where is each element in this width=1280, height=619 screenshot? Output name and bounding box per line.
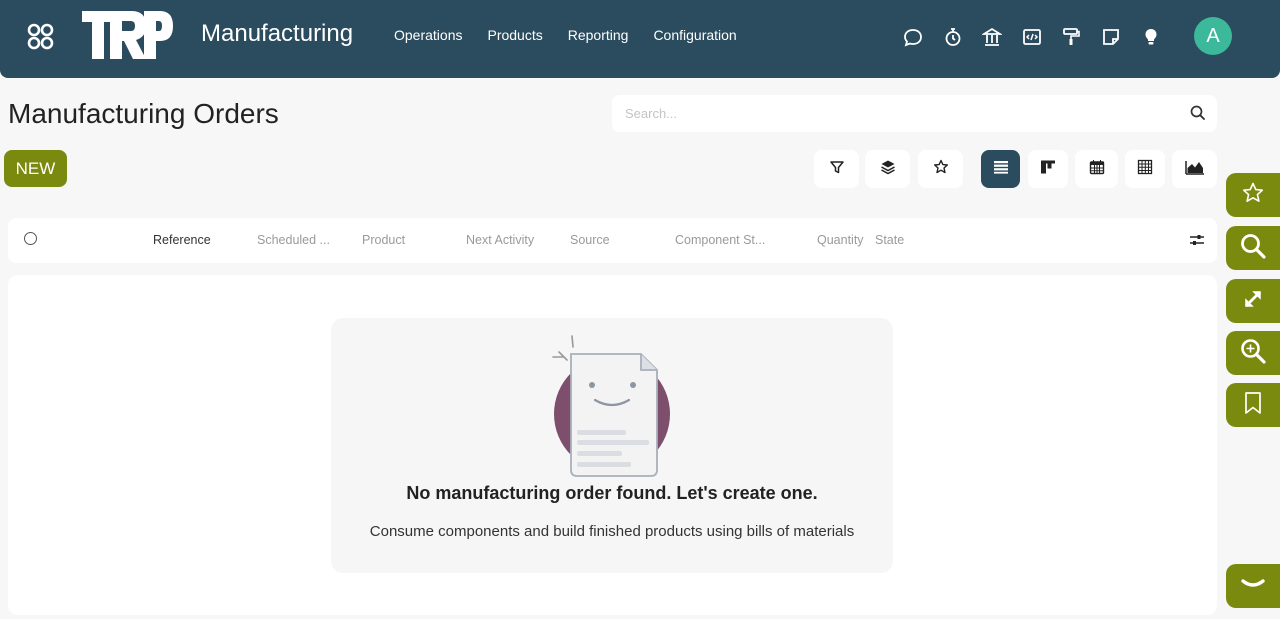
calendar-view-button[interactable] (1075, 150, 1118, 188)
star-icon (933, 159, 949, 180)
systray (902, 26, 1179, 48)
chat-icon[interactable] (902, 26, 924, 48)
apps-menu-icon[interactable] (26, 22, 56, 52)
select-all-checkbox[interactable] (24, 232, 37, 245)
optional-columns-icon[interactable] (1189, 232, 1205, 248)
search-bar (612, 95, 1217, 132)
paint-roller-icon[interactable] (1060, 26, 1082, 48)
avatar-letter: A (1206, 24, 1220, 47)
side-expand-button[interactable] (1226, 279, 1280, 323)
column-scheduled[interactable]: Scheduled ... (257, 233, 330, 247)
column-state[interactable]: State (875, 233, 904, 247)
column-source[interactable]: Source (570, 233, 610, 247)
side-collapse-button[interactable] (1226, 564, 1280, 608)
group-by-button[interactable] (865, 150, 910, 188)
side-bookmark-button[interactable] (1226, 383, 1280, 427)
menu-operations[interactable]: Operations (394, 27, 462, 43)
column-component-status[interactable]: Component St... (675, 233, 765, 247)
main-menu: Operations Products Reporting Configurat… (394, 27, 762, 43)
list-view-button[interactable] (981, 150, 1020, 188)
page-title: Manufacturing Orders (8, 98, 279, 129)
column-quantity[interactable]: Quantity (817, 233, 864, 247)
calendar-view-icon (1089, 159, 1105, 180)
menu-reporting[interactable]: Reporting (568, 27, 629, 43)
filter-button[interactable] (814, 150, 859, 188)
side-favorite-button[interactable] (1226, 173, 1280, 217)
layers-icon (880, 159, 896, 180)
new-button[interactable]: NEW (4, 150, 67, 187)
filter-icon (829, 159, 845, 180)
kanban-view-icon (1040, 159, 1056, 180)
expand-icon (1242, 288, 1264, 315)
column-next-activity[interactable]: Next Activity (466, 233, 534, 247)
side-zoom-in-button[interactable] (1226, 331, 1280, 375)
stopwatch-icon[interactable] (942, 26, 964, 48)
empty-document-illustration (549, 330, 679, 480)
empty-state-text: Consume components and build finished pr… (369, 523, 855, 540)
pivot-view-button[interactable] (1125, 150, 1165, 188)
list-header: Reference Scheduled ... Product Next Act… (8, 218, 1217, 263)
column-product[interactable]: Product (362, 233, 405, 247)
lightbulb-icon[interactable] (1140, 26, 1162, 48)
column-reference[interactable]: Reference (153, 233, 211, 247)
top-navbar: Manufacturing Operations Products Report… (0, 0, 1280, 78)
menu-configuration[interactable]: Configuration (653, 27, 736, 43)
menu-products[interactable]: Products (487, 27, 542, 43)
search-input[interactable] (612, 95, 1172, 132)
bookmark-icon (1242, 391, 1264, 420)
list-view-icon (993, 159, 1009, 180)
pivot-view-icon (1137, 159, 1153, 180)
note-icon[interactable] (1100, 26, 1122, 48)
kanban-view-button[interactable] (1028, 150, 1068, 188)
bank-icon[interactable] (981, 26, 1003, 48)
zoom-in-icon (1239, 337, 1267, 370)
empty-state-title: No manufacturing order found. Let's crea… (406, 483, 818, 503)
search-icon (1239, 232, 1267, 265)
star-icon (1241, 181, 1265, 210)
graph-view-button[interactable] (1172, 150, 1217, 188)
side-search-button[interactable] (1226, 226, 1280, 270)
search-icon[interactable] (1189, 104, 1207, 122)
favorites-button[interactable] (918, 150, 963, 188)
brand-logo[interactable] (80, 10, 174, 60)
app-title[interactable]: Manufacturing (201, 20, 353, 48)
code-icon[interactable] (1021, 26, 1043, 48)
chevron-down-icon (1239, 576, 1267, 597)
user-avatar[interactable]: A (1194, 17, 1232, 55)
graph-view-icon (1184, 159, 1205, 180)
